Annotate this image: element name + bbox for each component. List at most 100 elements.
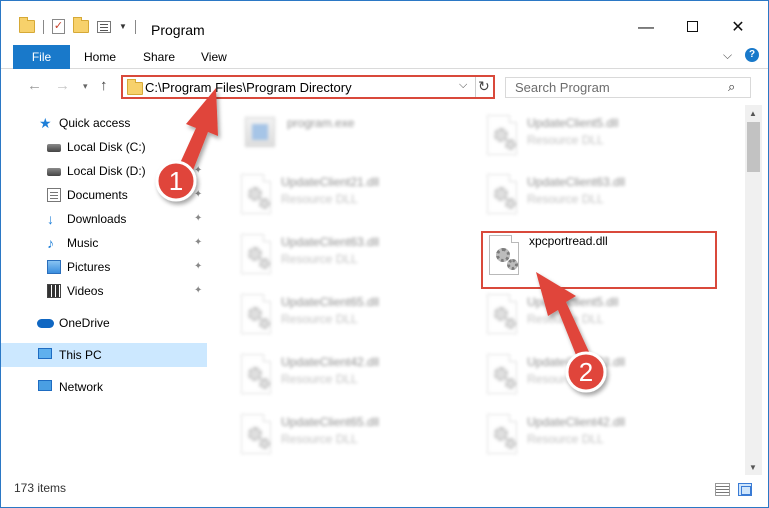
sidebar-item-downloads[interactable]: ↓ Downloads ✦ (1, 207, 207, 231)
file-type: Resource DLL (527, 432, 604, 446)
forward-arrow-icon[interactable]: → (55, 77, 70, 94)
properties-icon[interactable] (97, 20, 111, 33)
file-name: program.exe (287, 116, 355, 130)
minimize-button[interactable]: — (623, 15, 669, 41)
pin-icon[interactable]: ✦ (194, 279, 202, 303)
pin-icon[interactable]: ✦ (194, 255, 202, 279)
dll-icon (235, 172, 275, 220)
maximize-button[interactable] (669, 15, 715, 41)
dll-icon (481, 113, 521, 161)
ribbon-tabs: File Home Share View ⌵ ? (1, 43, 768, 69)
large-icons-view-icon[interactable] (738, 483, 752, 496)
sidebar-item-local-disk-c[interactable]: Local Disk (C:) ✦ (1, 135, 207, 159)
sidebar-item-videos[interactable]: Videos ✦ (1, 279, 207, 303)
search-icon[interactable]: ⌕ (728, 79, 735, 95)
sidebar-item-label: Videos (67, 284, 104, 298)
dll-icon (235, 352, 275, 400)
scroll-down-icon[interactable]: ▼ (749, 463, 757, 472)
sidebar-item-network[interactable]: Network (1, 375, 207, 399)
pin-icon[interactable]: ✦ (194, 135, 202, 159)
customize-toolbar-icon[interactable]: ▼ (119, 22, 127, 31)
file-name: UpdateClient42.dll (527, 415, 626, 429)
sidebar-item-this-pc[interactable]: This PC (1, 343, 207, 367)
scrollbar-thumb[interactable] (747, 122, 760, 172)
divider (475, 77, 476, 97)
up-arrow-icon[interactable]: ↑ (100, 77, 108, 94)
videos-icon (47, 284, 61, 298)
properties-check-icon[interactable]: ✓ (52, 19, 65, 34)
back-arrow-icon[interactable]: ← (27, 77, 42, 94)
file-item[interactable]: UpdateClient65.dll Resource DLL (235, 412, 465, 464)
expand-ribbon-chevron-down-icon[interactable]: ⌵ (723, 48, 732, 63)
file-type: Resource DLL (281, 192, 358, 206)
navigation-bar: ← → ▾ ↑ C:\Program Files\Program Directo… (1, 71, 768, 103)
sidebar-item-label: Local Disk (D:) (67, 164, 146, 178)
tab-share[interactable]: Share (143, 45, 175, 69)
recent-locations-chevron-icon[interactable]: ▾ (83, 81, 88, 92)
network-icon (38, 380, 52, 391)
file-name: UpdateClient63.dll (527, 175, 626, 189)
file-type: Resource DLL (527, 312, 604, 326)
pin-icon[interactable]: ✦ (194, 183, 202, 207)
address-bar[interactable]: C:\Program Files\Program Directory ⌵ ↻ (121, 75, 495, 99)
file-item[interactable]: UpdateClient5.dll Resource DLL (481, 292, 711, 344)
file-item[interactable]: UpdateClient63.dll Resource DLL (481, 352, 711, 404)
drive-icon (47, 144, 61, 152)
sidebar-item-label: Documents (67, 188, 128, 202)
file-name: UpdateClient63.dll (281, 235, 380, 249)
sidebar-item-label: Quick access (59, 116, 131, 130)
dll-icon (235, 232, 275, 280)
sidebar-item-pictures[interactable]: Pictures ✦ (1, 255, 207, 279)
pin-icon[interactable]: ✦ (194, 159, 202, 183)
item-count: 173 items (14, 481, 67, 495)
dll-icon (481, 292, 521, 340)
file-type: Resource DLL (527, 133, 604, 147)
dll-icon (235, 292, 275, 340)
address-dropdown-icon[interactable]: ⌵ (459, 79, 467, 92)
pin-icon[interactable]: ✦ (194, 207, 202, 231)
dll-icon (235, 412, 275, 460)
close-button[interactable]: ✕ (715, 15, 761, 41)
divider (134, 19, 136, 34)
sidebar-item-label: OneDrive (59, 316, 110, 330)
dll-icon (481, 352, 521, 400)
file-item-program-exe[interactable]: program.exe (241, 113, 471, 165)
download-icon: ↓ (47, 211, 54, 227)
search-input[interactable]: Search Program ⌕ (505, 77, 751, 98)
tab-file[interactable]: File (13, 45, 70, 69)
file-name: UpdateClient65.dll (281, 295, 380, 309)
details-view-icon[interactable] (715, 483, 730, 496)
tab-view[interactable]: View (201, 45, 227, 69)
sidebar-item-quick-access[interactable]: ★ Quick access (1, 111, 207, 135)
file-item[interactable]: UpdateClient63.dll Resource DLL (235, 232, 465, 284)
window-title: Program (151, 22, 205, 38)
file-item[interactable]: UpdateClient63.dll Resource DLL (481, 172, 711, 224)
drive-icon (47, 168, 61, 176)
folder-icon (19, 17, 35, 33)
file-item[interactable]: UpdateClient21.dll Resource DLL (235, 172, 465, 224)
maximize-icon (686, 20, 698, 32)
file-item[interactable]: UpdateClient5.dll Resource DLL (481, 113, 711, 165)
sidebar-item-onedrive[interactable]: OneDrive (1, 311, 207, 335)
sidebar-item-label: Pictures (67, 260, 111, 274)
address-path[interactable]: C:\Program Files\Program Directory (145, 80, 352, 95)
tab-home[interactable]: Home (84, 45, 116, 69)
sidebar-item-label: This PC (59, 348, 102, 362)
new-folder-icon[interactable] (73, 17, 89, 33)
sidebar-item-documents[interactable]: Documents ✦ (1, 183, 207, 207)
folder-icon (127, 79, 143, 95)
file-item[interactable]: UpdateClient42.dll Resource DLL (481, 412, 711, 464)
file-item[interactable]: UpdateClient42.dll Resource DLL (235, 352, 465, 404)
scroll-up-icon[interactable]: ▲ (749, 109, 757, 118)
pictures-icon (47, 260, 61, 274)
help-icon[interactable]: ? (745, 48, 759, 62)
pin-icon[interactable]: ✦ (194, 231, 202, 255)
file-type: Resource DLL (281, 312, 358, 326)
sidebar-item-local-disk-d[interactable]: Local Disk (D:) ✦ (1, 159, 207, 183)
sidebar-item-music[interactable]: ♪ Music ✦ (1, 231, 207, 255)
title-bar: ✓ ▼ Program — ✕ (1, 1, 768, 41)
refresh-icon[interactable]: ↻ (478, 78, 490, 95)
file-item[interactable]: UpdateClient65.dll Resource DLL (235, 292, 465, 344)
sidebar-item-label: Downloads (67, 212, 127, 226)
vertical-scrollbar[interactable]: ▲ ▼ (745, 105, 762, 475)
